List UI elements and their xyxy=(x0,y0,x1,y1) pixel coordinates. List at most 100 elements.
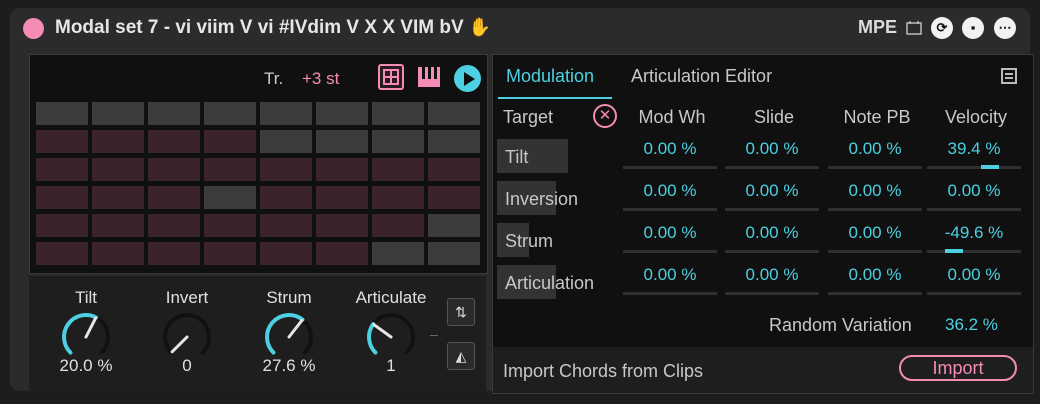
pad-cell[interactable] xyxy=(36,158,88,181)
mod-cell-inversion-slide[interactable]: 0.00 % xyxy=(723,179,821,211)
pad-cell[interactable] xyxy=(260,130,312,153)
mod-cell-inversion-mod-wheel[interactable]: 0.00 % xyxy=(621,179,719,211)
play-button[interactable] xyxy=(454,65,481,92)
knob-articulate[interactable] xyxy=(365,311,417,363)
mod-cell-tilt-mod-wheel[interactable]: 0.00 % xyxy=(621,137,719,169)
refresh-icon[interactable]: ⟳ xyxy=(931,17,953,39)
pad-cell[interactable] xyxy=(148,130,200,153)
save-icon[interactable]: ▪ xyxy=(962,17,984,39)
pad-cell[interactable] xyxy=(92,158,144,181)
mod-track xyxy=(623,208,717,211)
pad-cell[interactable] xyxy=(92,214,144,237)
pad-cell[interactable] xyxy=(372,158,424,181)
pad-cell[interactable] xyxy=(372,102,424,125)
pad-cell[interactable] xyxy=(36,102,88,125)
pad-cell[interactable] xyxy=(36,130,88,153)
metronome-button[interactable]: ◭ xyxy=(447,342,475,370)
pad-grid xyxy=(36,102,481,268)
mod-cell-tilt-slide[interactable]: 0.00 % xyxy=(723,137,821,169)
mod-value: 0.00 % xyxy=(643,223,697,242)
mod-cell-strum-velocity[interactable]: -49.6 % xyxy=(925,221,1023,253)
pad-cell[interactable] xyxy=(204,102,256,125)
pad-cell[interactable] xyxy=(260,186,312,209)
piano-view-button[interactable] xyxy=(416,64,442,90)
mod-value: 0.00 % xyxy=(848,223,902,242)
pad-cell[interactable] xyxy=(316,242,368,265)
grid-view-button[interactable] xyxy=(378,64,404,90)
pad-cell[interactable] xyxy=(204,158,256,181)
transpose-value[interactable]: +3 st xyxy=(302,69,339,89)
pad-cell[interactable] xyxy=(316,186,368,209)
pad-cell[interactable] xyxy=(148,242,200,265)
pad-cell[interactable] xyxy=(92,102,144,125)
mod-cell-articulation-velocity[interactable]: 0.00 % xyxy=(925,263,1023,295)
pad-cell[interactable] xyxy=(92,242,144,265)
target-row-inversion[interactable]: Inversion xyxy=(497,181,615,215)
knob-tilt[interactable] xyxy=(60,311,112,363)
target-row-tilt[interactable]: Tilt xyxy=(497,139,615,173)
pad-cell[interactable] xyxy=(428,158,480,181)
knob-label-invert: Invert xyxy=(165,288,209,307)
random-variation-value[interactable]: 36.2 % xyxy=(945,315,998,335)
pad-cell[interactable] xyxy=(372,130,424,153)
pad-cell[interactable] xyxy=(204,130,256,153)
swap-arrows-button[interactable]: ⇅ xyxy=(447,298,475,326)
pad-cell[interactable] xyxy=(260,214,312,237)
tab-modulation[interactable]: Modulation xyxy=(506,66,594,87)
pad-cell[interactable] xyxy=(372,214,424,237)
mod-cell-tilt-velocity[interactable]: 39.4 % xyxy=(925,137,1023,169)
more-icon[interactable]: ⋯ xyxy=(994,17,1016,39)
pad-cell[interactable] xyxy=(36,242,88,265)
calendar-icon[interactable] xyxy=(906,20,922,35)
mod-cell-strum-mod-wheel[interactable]: 0.00 % xyxy=(621,221,719,253)
pad-cell[interactable] xyxy=(148,214,200,237)
pad-cell[interactable] xyxy=(204,186,256,209)
knob-strum[interactable] xyxy=(263,311,315,363)
mod-value: 0.00 % xyxy=(848,139,902,158)
clear-targets-button[interactable]: ✕ xyxy=(593,104,617,128)
pad-cell[interactable] xyxy=(260,102,312,125)
mod-cell-inversion-velocity[interactable]: 0.00 % xyxy=(925,179,1023,211)
pad-cell[interactable] xyxy=(92,186,144,209)
pad-cell[interactable] xyxy=(428,242,480,265)
mod-track xyxy=(927,166,1021,169)
import-button[interactable]: Import xyxy=(899,355,1017,381)
pad-cell[interactable] xyxy=(204,214,256,237)
mod-cell-articulation-slide[interactable]: 0.00 % xyxy=(723,263,821,295)
pad-cell[interactable] xyxy=(316,130,368,153)
pad-cell[interactable] xyxy=(428,186,480,209)
mod-value: 0.00 % xyxy=(745,181,799,200)
pad-cell[interactable] xyxy=(372,186,424,209)
pad-cell[interactable] xyxy=(204,242,256,265)
pad-cell[interactable] xyxy=(372,242,424,265)
pad-cell[interactable] xyxy=(316,214,368,237)
pad-cell[interactable] xyxy=(148,102,200,125)
mod-cell-articulation-mod-wheel[interactable]: 0.00 % xyxy=(621,263,719,295)
target-row-strum[interactable]: Strum xyxy=(497,223,615,257)
pad-cell[interactable] xyxy=(148,186,200,209)
pad-cell[interactable] xyxy=(260,242,312,265)
grid-icon xyxy=(383,69,399,85)
pad-cell[interactable] xyxy=(148,158,200,181)
pad-cell[interactable] xyxy=(260,158,312,181)
mod-cell-tilt-note-pb[interactable]: 0.00 % xyxy=(826,137,924,169)
knob-divider xyxy=(430,335,438,336)
pad-cell[interactable] xyxy=(36,214,88,237)
pad-cell[interactable] xyxy=(428,102,480,125)
pad-cell[interactable] xyxy=(316,102,368,125)
mod-cell-strum-slide[interactable]: 0.00 % xyxy=(723,221,821,253)
pad-cell[interactable] xyxy=(36,186,88,209)
device-power-button[interactable] xyxy=(23,18,44,39)
target-row-articulation[interactable]: Articulation xyxy=(497,265,615,299)
mod-cell-inversion-note-pb[interactable]: 0.00 % xyxy=(826,179,924,211)
pad-cell[interactable] xyxy=(92,130,144,153)
mod-cell-strum-note-pb[interactable]: 0.00 % xyxy=(826,221,924,253)
pad-cell[interactable] xyxy=(428,130,480,153)
tab-indicator xyxy=(498,97,612,99)
panel-menu-icon[interactable] xyxy=(1001,68,1017,84)
mod-cell-articulation-note-pb[interactable]: 0.00 % xyxy=(826,263,924,295)
tab-articulation-editor[interactable]: Articulation Editor xyxy=(631,66,772,87)
knob-invert[interactable] xyxy=(161,311,213,363)
pad-cell[interactable] xyxy=(316,158,368,181)
pad-cell[interactable] xyxy=(428,214,480,237)
